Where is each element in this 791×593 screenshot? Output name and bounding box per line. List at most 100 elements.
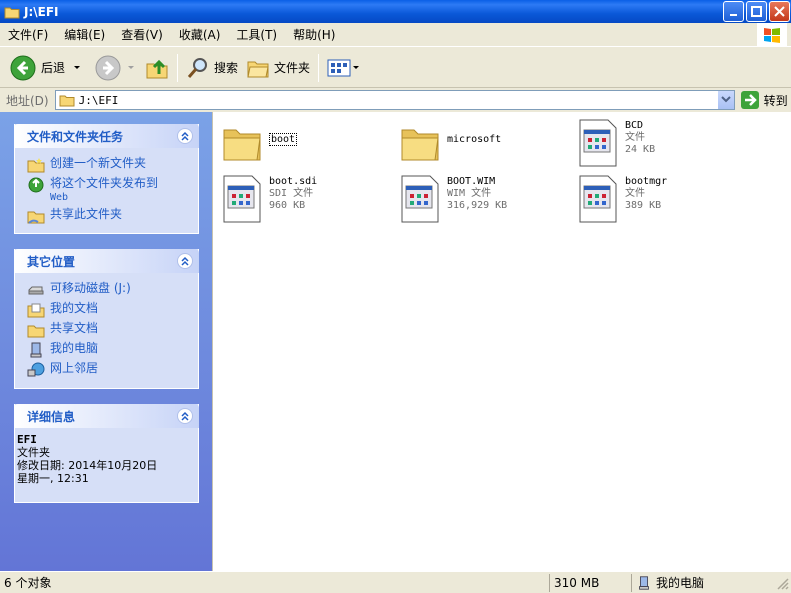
chevron-down-icon — [128, 65, 135, 69]
collapse-icon[interactable] — [177, 408, 193, 424]
search-label: 搜索 — [214, 61, 239, 75]
place-shared-documents[interactable]: 共享文档 — [27, 322, 198, 338]
menu-help[interactable]: 帮助(H) — [285, 24, 343, 46]
file-tasks-title: 文件和文件夹任务 — [27, 129, 124, 144]
place-removable-disk[interactable]: 可移动磁盘 (J:) — [27, 282, 198, 298]
minimize-icon — [729, 13, 737, 16]
details-modified: 修改日期: 2014年10月20日 — [17, 459, 158, 472]
details-modified-time: 星期一, 12:31 — [17, 472, 89, 485]
folder-up-icon — [146, 59, 168, 78]
other-places-panel: 其它位置 可移动磁盘 (J:) 我的文档 共享文档 我的电脑 网上邻居 — [14, 249, 199, 389]
folder-icon — [223, 129, 261, 161]
address-dropdown-button[interactable] — [716, 91, 734, 109]
file-size: 389 KB — [625, 200, 662, 211]
up-folder-button[interactable] — [141, 52, 173, 84]
my-documents-icon — [27, 303, 45, 318]
task-share-label: 共享此文件夹 — [50, 207, 123, 221]
details-panel: 详细信息 EFI 文件夹 修改日期: 2014年10月20日 星期一, 12:3… — [14, 404, 199, 503]
file-item-folder[interactable]: microsoft — [399, 120, 501, 170]
menu-favorites[interactable]: 收藏(A) — [171, 24, 229, 46]
address-label: 地址(D) — [6, 93, 49, 108]
file-item[interactable]: BCD 文件 24 KB — [577, 118, 655, 168]
toolbar-separator — [318, 53, 320, 82]
menu-edit[interactable]: 编辑(E) — [56, 24, 113, 46]
file-type: 文件 — [625, 188, 645, 199]
system-file-icon — [579, 175, 617, 223]
file-item[interactable]: bootmgr 文件 389 KB — [577, 174, 667, 224]
place-network-label: 网上邻居 — [50, 361, 99, 375]
my-computer-icon — [30, 342, 42, 358]
place-my-computer[interactable]: 我的电脑 — [27, 342, 198, 358]
back-button[interactable]: 后退 — [6, 52, 87, 84]
place-shared-label: 共享文档 — [50, 321, 99, 335]
task-publish-web[interactable]: 将这个文件夹发布到 Web — [27, 177, 198, 204]
folders-button[interactable]: 文件夹 — [242, 52, 314, 84]
status-location: 我的电脑 — [632, 574, 772, 592]
network-icon — [27, 362, 45, 377]
views-icon — [327, 59, 351, 76]
forward-arrow-icon — [95, 55, 121, 80]
chevron-down-icon — [353, 65, 360, 69]
file-name: microsoft — [447, 134, 502, 145]
address-bar: 地址(D) J:\EFI 转到 — [0, 89, 791, 111]
place-my-documents[interactable]: 我的文档 — [27, 302, 198, 318]
details-header[interactable]: 详细信息 — [14, 404, 199, 428]
file-name: BCD — [625, 120, 644, 131]
place-disk-label: 可移动磁盘 (J:) — [50, 281, 131, 295]
task-publish-web-label: Web — [50, 192, 69, 203]
address-input[interactable]: J:\EFI — [54, 90, 735, 110]
search-button[interactable]: 搜索 — [182, 52, 242, 84]
maximize-button[interactable] — [746, 1, 767, 22]
other-places-header[interactable]: 其它位置 — [14, 249, 199, 273]
task-share-folder[interactable]: 共享此文件夹 — [27, 208, 198, 224]
title-bar[interactable]: J:\EFI — [0, 0, 791, 23]
explorer-window: J:\EFI 文件(F) 编辑(E) 查看(V) 收藏(A) 工具(T) 帮助(… — [0, 0, 791, 593]
folder-icon — [4, 7, 20, 18]
share-folder-icon — [27, 211, 45, 224]
system-file-icon — [579, 119, 617, 167]
close-icon — [774, 6, 785, 17]
forward-button[interactable] — [91, 52, 141, 84]
menu-file[interactable]: 文件(F) — [0, 24, 56, 46]
collapse-icon[interactable] — [177, 128, 193, 144]
details-type: 文件夹 — [17, 446, 50, 459]
file-name: bootmgr — [625, 176, 668, 187]
resize-grip-icon[interactable] — [775, 576, 789, 590]
details-body: EFI 文件夹 修改日期: 2014年10月20日 星期一, 12:31 — [15, 428, 198, 491]
file-tasks-panel: 文件和文件夹任务 创建一个新文件夹 将这个文件夹发布到 Web 共享此文件夹 — [14, 124, 199, 234]
menu-view[interactable]: 查看(V) — [113, 24, 171, 46]
status-location-label: 我的电脑 — [656, 575, 705, 590]
back-label: 后退 — [41, 61, 66, 75]
file-type: WIM 文件 — [447, 188, 492, 199]
collapse-icon[interactable] — [177, 253, 193, 269]
go-arrow-icon — [740, 91, 759, 109]
go-label: 转到 — [763, 93, 788, 108]
file-type: SDI 文件 — [269, 188, 314, 199]
file-item-folder[interactable]: boot — [221, 120, 298, 170]
file-size: 24 KB — [625, 144, 656, 155]
place-computer-label: 我的电脑 — [50, 341, 99, 355]
file-list: boot microsoft BCD 文件 24 KB boot.sdi SDI 文件… — [212, 112, 791, 571]
file-tasks-header[interactable]: 文件和文件夹任务 — [14, 124, 199, 148]
file-name: boot — [269, 133, 298, 146]
file-name: boot.sdi — [269, 176, 318, 187]
file-type: 文件 — [625, 132, 645, 143]
close-button[interactable] — [769, 1, 790, 22]
file-item[interactable]: BOOT.WIM WIM 文件 316,929 KB — [399, 174, 507, 224]
maximize-icon — [751, 6, 762, 17]
minimize-button[interactable] — [723, 1, 744, 22]
back-arrow-icon — [10, 55, 36, 80]
file-name: BOOT.WIM — [447, 176, 496, 187]
place-network[interactable]: 网上邻居 — [27, 362, 198, 378]
folder-icon — [401, 129, 439, 161]
toolbar: 后退 搜索 文件夹 — [0, 48, 791, 88]
views-button[interactable] — [323, 52, 365, 84]
task-new-folder[interactable]: 创建一个新文件夹 — [27, 157, 198, 173]
globe-icon — [28, 177, 44, 193]
file-item[interactable]: boot.sdi SDI 文件 960 KB — [221, 174, 317, 224]
status-count: 6 个对象 — [0, 573, 550, 592]
go-button[interactable]: 转到 — [740, 91, 788, 109]
search-icon — [187, 57, 208, 78]
menu-tools[interactable]: 工具(T) — [228, 24, 285, 46]
system-file-icon — [223, 175, 261, 223]
